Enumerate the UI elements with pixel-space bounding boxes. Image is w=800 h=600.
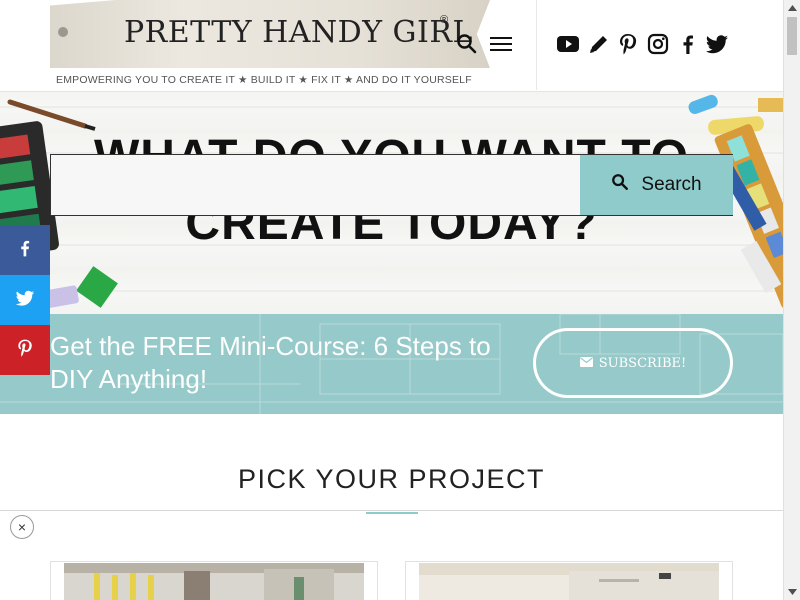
project-card[interactable] (405, 561, 733, 600)
youtube-icon[interactable] (556, 32, 580, 56)
twitter-icon (15, 288, 35, 313)
logo-title: PRETTY HANDY GIRL (124, 15, 473, 50)
scrollbar-thumb[interactable] (787, 17, 797, 55)
logo-registered-mark: ® (440, 14, 449, 26)
scroll-down-arrow-icon[interactable] (784, 584, 800, 600)
menu-icon[interactable] (489, 32, 513, 56)
hero-search-input[interactable] (51, 155, 579, 215)
section-title-underline (366, 512, 418, 514)
hero-search-form: Search (50, 154, 733, 216)
pinterest-icon (15, 338, 35, 363)
site-logo[interactable]: PRETTY HANDY GIRL ® EMPOWERING YOU TO CR… (50, 0, 490, 90)
page-scrollbar[interactable] (783, 0, 800, 600)
ad-divider (0, 510, 783, 511)
banner-text: Get the FREE Mini-Course: 6 Steps to DIY… (50, 331, 491, 394)
close-ad-button[interactable]: × (10, 515, 34, 539)
scroll-up-arrow-icon[interactable] (784, 0, 800, 16)
project-card[interactable] (50, 561, 378, 600)
twitter-icon[interactable] (705, 32, 729, 56)
logo-hole (58, 27, 68, 37)
instagram-icon[interactable] (646, 32, 670, 56)
subscribe-button-label: SUBSCRIBE! (598, 355, 687, 371)
facebook-icon[interactable] (676, 32, 700, 56)
page: PRETTY HANDY GIRL ® EMPOWERING YOU TO CR… (0, 0, 800, 600)
hero-search-button[interactable]: Search (580, 155, 733, 215)
hero-section: WHAT DO YOU WANT TO CREATE TODAY? Search (0, 92, 783, 314)
header-divider (536, 0, 537, 90)
project-image (419, 563, 719, 600)
share-pinterest-button[interactable] (0, 325, 50, 375)
subscribe-button[interactable]: SUBSCRIBE! (533, 328, 733, 398)
close-icon: × (17, 519, 27, 535)
project-image (64, 563, 364, 600)
envelope-icon (579, 356, 593, 371)
search-icon (611, 173, 629, 197)
subscribe-banner: Get the FREE Mini-Course: 6 Steps to DIY… (0, 314, 783, 414)
pencil-icon[interactable] (587, 32, 611, 56)
pinterest-icon[interactable] (616, 32, 640, 56)
facebook-icon (15, 238, 35, 263)
share-twitter-button[interactable] (0, 275, 50, 325)
search-button-label: Search (641, 174, 702, 195)
site-header: PRETTY HANDY GIRL ® EMPOWERING YOU TO CR… (0, 0, 783, 92)
share-facebook-button[interactable] (0, 225, 50, 275)
logo-tagline: EMPOWERING YOU TO CREATE IT ★ BUILD IT ★… (56, 74, 472, 86)
section-title: PICK YOUR PROJECT (237, 464, 546, 494)
search-icon[interactable] (455, 32, 479, 56)
